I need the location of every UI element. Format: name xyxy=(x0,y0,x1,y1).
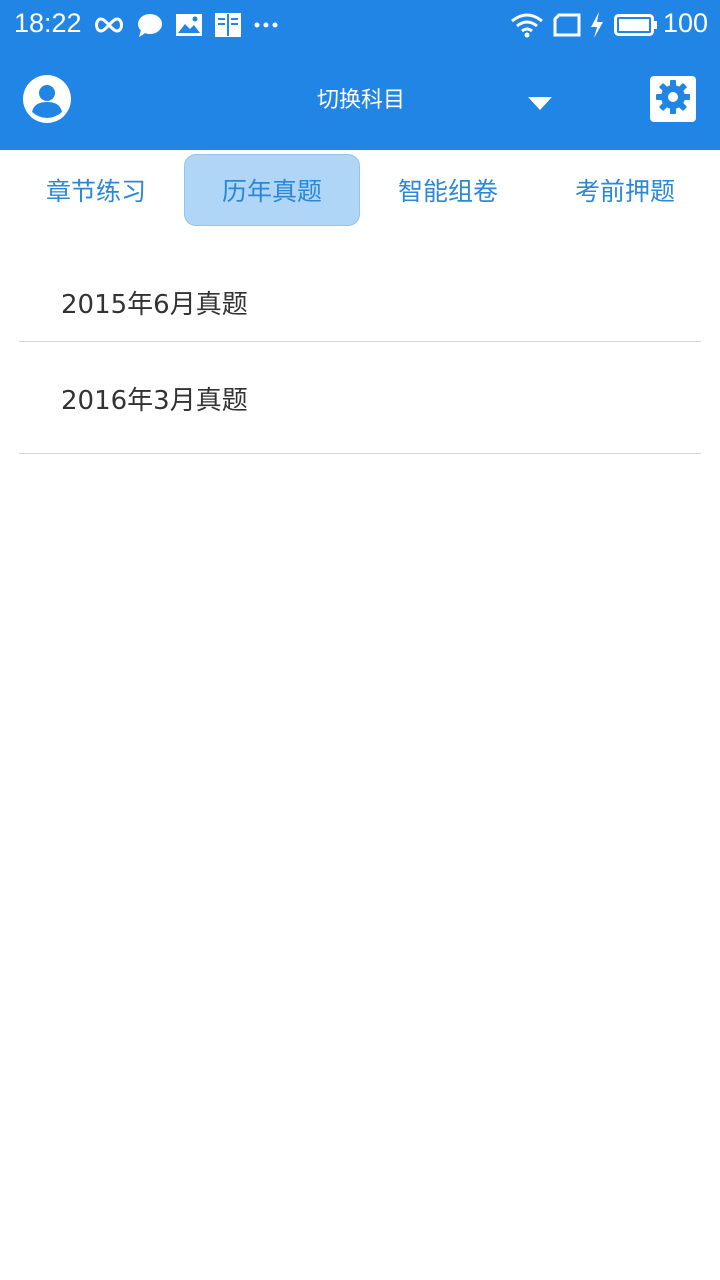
tab-smart-paper[interactable]: 智能组卷 xyxy=(360,154,536,226)
infinity-icon xyxy=(92,11,126,39)
chat-bubble-icon xyxy=(136,11,164,39)
user-avatar-icon[interactable] xyxy=(22,74,72,124)
more-dots-icon xyxy=(254,11,278,39)
charging-icon xyxy=(589,11,605,39)
dropdown-triangle-icon xyxy=(528,95,552,114)
list-item[interactable]: 2016年3月真题 xyxy=(19,342,701,454)
app-bar: 切换科目 xyxy=(0,50,720,150)
tab-chapter-practice[interactable]: 章节练习 xyxy=(8,154,184,226)
screen-icon xyxy=(553,11,581,39)
list-item[interactable]: 2015年6月真题 xyxy=(19,252,701,342)
battery-icon xyxy=(614,11,658,39)
past-exam-list: 2015年6月真题 2016年3月真题 xyxy=(19,252,701,454)
exam-title: 2016年3月真题 xyxy=(61,386,248,416)
battery-level: 100 xyxy=(662,8,708,38)
reader-icon xyxy=(214,11,242,39)
subject-switcher[interactable]: 切换科目 xyxy=(300,86,560,116)
status-bar: 18:22 100 xyxy=(0,0,720,50)
wifi-icon xyxy=(510,11,544,39)
subject-switch-label: 切换科目 xyxy=(317,88,406,113)
tab-pre-exam-prediction[interactable]: 考前押题 xyxy=(537,154,713,226)
category-tabs: 章节练习 历年真题 智能组卷 考前押题 xyxy=(0,150,720,232)
status-time: 18:22 xyxy=(14,8,82,38)
tab-past-exams[interactable]: 历年真题 xyxy=(184,154,360,226)
exam-title: 2015年6月真题 xyxy=(61,290,248,320)
settings-gear-icon xyxy=(654,78,692,120)
settings-button[interactable] xyxy=(650,76,696,122)
image-icon xyxy=(175,11,203,39)
